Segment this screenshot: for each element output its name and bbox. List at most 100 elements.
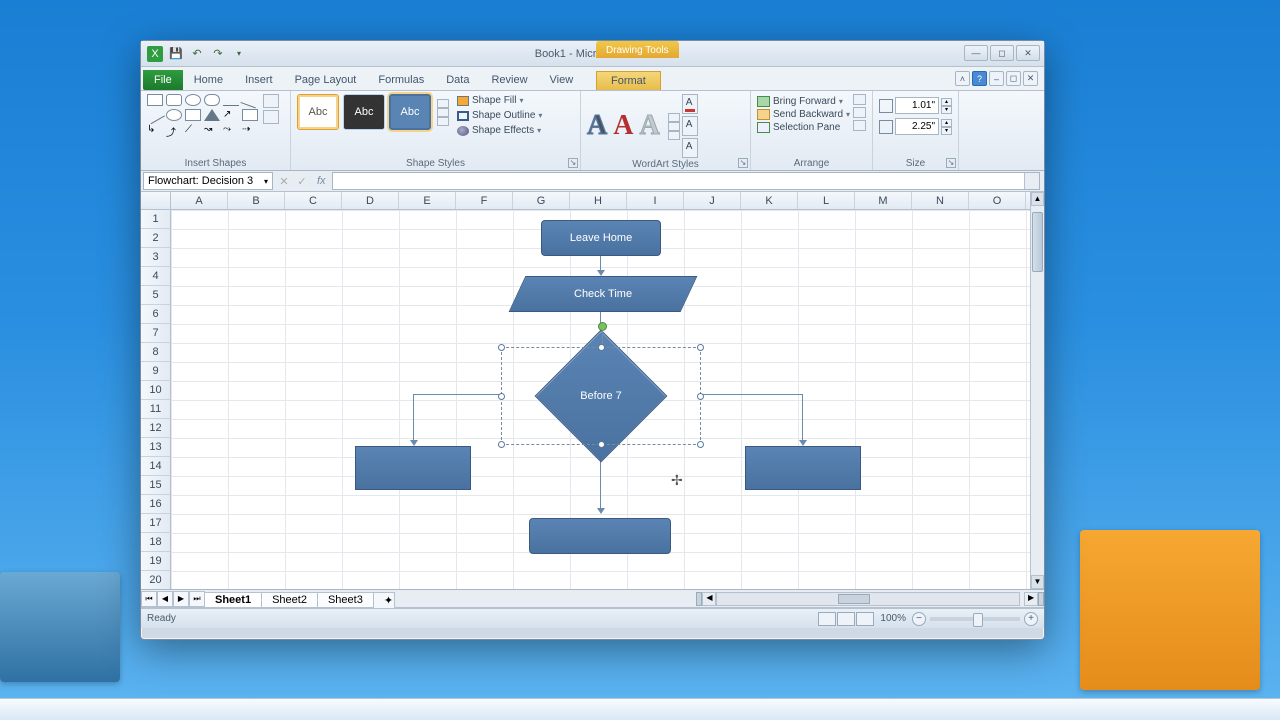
shape-outline-button[interactable]: Shape Outline▾	[457, 109, 542, 122]
width-input[interactable]	[895, 118, 939, 135]
row-header[interactable]: 19	[141, 552, 170, 571]
shape-gallery[interactable]: ↗ ↳⤴⟋↝⤳⇢	[147, 94, 259, 137]
row-header[interactable]: 11	[141, 400, 170, 419]
resize-handle[interactable]	[498, 441, 505, 448]
tab-view[interactable]: View	[539, 70, 585, 90]
height-spinner[interactable]: ▴▾	[941, 98, 952, 114]
column-header[interactable]: B	[228, 192, 285, 209]
workbook-close-button[interactable]: ✕	[1023, 71, 1038, 86]
cell-grid[interactable]: Leave Home Check Time Before 7	[171, 210, 1030, 589]
column-header[interactable]: F	[456, 192, 513, 209]
tab-home[interactable]: Home	[183, 70, 234, 90]
width-spinner[interactable]: ▴▾	[941, 119, 952, 135]
windows-taskbar[interactable]	[0, 698, 1280, 720]
column-header[interactable]: N	[912, 192, 969, 209]
undo-icon[interactable]: ↶	[189, 46, 205, 62]
bring-forward-button[interactable]: Bring Forward▾	[757, 96, 850, 107]
wordart-gallery[interactable]: A A A	[587, 110, 680, 142]
new-sheet-button[interactable]: ✦	[373, 592, 395, 608]
row-header[interactable]: 17	[141, 514, 170, 533]
column-header[interactable]: K	[741, 192, 798, 209]
hscroll-right[interactable]: ▶	[1024, 592, 1038, 606]
wordart-style-1[interactable]: A	[587, 110, 607, 142]
flowchart-process-right[interactable]	[745, 446, 861, 490]
resize-handle[interactable]	[598, 441, 605, 448]
shape-style-gallery[interactable]: Abc Abc Abc	[297, 94, 449, 130]
wordart-style-2[interactable]: A	[613, 110, 633, 142]
hscroll-left[interactable]: ◀	[702, 592, 716, 606]
row-header[interactable]: 3	[141, 248, 170, 267]
row-header[interactable]: 14	[141, 457, 170, 476]
quick-access-toolbar[interactable]: X 💾 ↶ ↷ ▾	[141, 46, 253, 62]
flowchart-process-left[interactable]	[355, 446, 471, 490]
column-header[interactable]: I	[627, 192, 684, 209]
column-header[interactable]: J	[684, 192, 741, 209]
row-header[interactable]: 7	[141, 324, 170, 343]
name-box[interactable]: Flowchart: Decision 3▾	[143, 172, 273, 190]
tab-data[interactable]: Data	[435, 70, 480, 90]
save-icon[interactable]: 💾	[168, 46, 184, 62]
shape-fill-button[interactable]: Shape Fill▾	[457, 94, 542, 107]
column-header[interactable]: E	[399, 192, 456, 209]
column-header[interactable]: L	[798, 192, 855, 209]
horizontal-scrollbar[interactable]	[716, 592, 1020, 606]
sheet-tab-2[interactable]: Sheet2	[261, 592, 318, 607]
tab-review[interactable]: Review	[480, 70, 538, 90]
zoom-slider[interactable]	[930, 617, 1020, 621]
wordart-style-3[interactable]: A	[639, 110, 659, 142]
sheet-nav-buttons[interactable]: ⏮◀▶⏭	[141, 591, 205, 607]
row-header[interactable]: 20	[141, 571, 170, 590]
tab-formulas[interactable]: Formulas	[367, 70, 435, 90]
height-input[interactable]	[895, 97, 939, 114]
dialog-launcher-icon[interactable]: ↘	[738, 158, 748, 168]
column-headers[interactable]: ABCDEFGHIJKLMNO	[171, 192, 1030, 210]
ribbon-minimize-icon[interactable]: ˄	[955, 71, 970, 86]
dialog-launcher-icon[interactable]: ↘	[568, 158, 578, 168]
fx-icon[interactable]: fx	[317, 175, 326, 187]
column-header[interactable]: A	[171, 192, 228, 209]
row-header[interactable]: 4	[141, 267, 170, 286]
flowchart-data-check-time[interactable]: Check Time	[509, 276, 698, 312]
column-header[interactable]: M	[855, 192, 912, 209]
resize-handle[interactable]	[598, 344, 605, 351]
row-header[interactable]: 15	[141, 476, 170, 495]
text-outline-icon[interactable]	[682, 116, 698, 136]
column-header[interactable]: O	[969, 192, 1026, 209]
shape-style-3-selected[interactable]: Abc	[389, 94, 431, 130]
resize-handle[interactable]	[498, 344, 505, 351]
zoom-out-button[interactable]: −	[912, 612, 926, 626]
column-header[interactable]: D	[342, 192, 399, 209]
flowchart-terminator-bottom[interactable]	[529, 518, 671, 554]
text-effects-icon[interactable]	[682, 138, 698, 158]
resize-handle[interactable]	[498, 393, 505, 400]
text-box-icon[interactable]	[263, 110, 279, 124]
titlebar[interactable]: X 💾 ↶ ↷ ▾ Book1 - Microsoft Excel Drawin…	[141, 41, 1044, 67]
rotate-icon[interactable]	[853, 120, 866, 131]
row-header[interactable]: 1	[141, 210, 170, 229]
row-header[interactable]: 10	[141, 381, 170, 400]
resize-handle[interactable]	[697, 344, 704, 351]
column-header[interactable]: H	[570, 192, 627, 209]
shape-style-1[interactable]: Abc	[297, 94, 339, 130]
dialog-launcher-icon[interactable]: ↘	[946, 158, 956, 168]
vertical-scrollbar[interactable]: ▲ ▼	[1030, 192, 1044, 589]
view-buttons[interactable]	[818, 612, 874, 626]
row-header[interactable]: 13	[141, 438, 170, 457]
row-header[interactable]: 16	[141, 495, 170, 514]
formula-bar[interactable]	[332, 172, 1040, 190]
tab-page-layout[interactable]: Page Layout	[284, 70, 368, 90]
row-header[interactable]: 9	[141, 362, 170, 381]
gallery-more-icon[interactable]	[668, 113, 680, 140]
select-all-button[interactable]	[141, 192, 171, 210]
workbook-restore-button[interactable]: ◻	[1006, 71, 1021, 86]
resize-handle[interactable]	[697, 441, 704, 448]
row-header[interactable]: 8	[141, 343, 170, 362]
shape-style-2[interactable]: Abc	[343, 94, 385, 130]
gallery-more-icon[interactable]	[437, 99, 449, 126]
help-icon[interactable]: ?	[972, 71, 987, 86]
align-icon[interactable]	[853, 94, 866, 105]
qat-dropdown-icon[interactable]: ▾	[231, 46, 247, 62]
group-icon[interactable]	[853, 107, 866, 118]
redo-icon[interactable]: ↷	[210, 46, 226, 62]
row-headers[interactable]: 1234567891011121314151617181920	[141, 210, 171, 589]
